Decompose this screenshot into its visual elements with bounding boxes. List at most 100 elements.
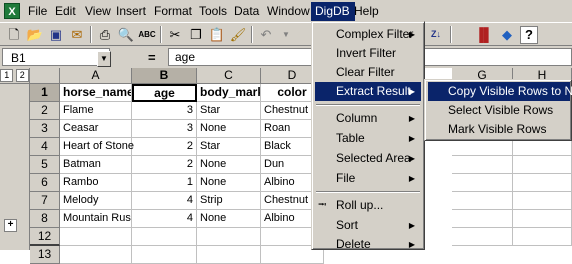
cell[interactable] [513, 174, 572, 192]
cell[interactable]: None [197, 174, 261, 192]
cell[interactable]: Star [197, 102, 261, 120]
menu-window[interactable]: Window [265, 3, 312, 20]
chevron-down-icon[interactable]: ▼ [97, 51, 111, 67]
new-icon[interactable]: 🗋 [4, 25, 24, 44]
cell[interactable] [452, 174, 513, 192]
cell[interactable] [452, 192, 513, 210]
digdb-icon[interactable]: ◆ [497, 25, 517, 44]
outline-expand-button[interactable]: + [4, 219, 17, 232]
menu-view[interactable]: View [83, 3, 113, 20]
select-all-corner[interactable] [30, 68, 60, 84]
outline-level-2-button[interactable]: 2 [15, 69, 29, 82]
row-header[interactable]: 6 [30, 174, 60, 192]
help-icon[interactable]: ? [520, 26, 538, 44]
cell[interactable]: 1 [132, 174, 197, 192]
cell[interactable] [513, 156, 572, 174]
cell[interactable] [513, 192, 572, 210]
menu-item-delete[interactable]: Delete ▶ [315, 235, 421, 254]
row-header[interactable]: 7 [30, 192, 60, 210]
menu-file[interactable]: File [26, 3, 49, 20]
column-header-a[interactable]: A [60, 68, 132, 84]
outline-level-1-button[interactable]: 1 [0, 69, 14, 82]
copy-icon[interactable]: ❐ [186, 25, 206, 44]
print-icon[interactable]: ⎙ [95, 25, 115, 44]
row-header[interactable]: 5 [30, 156, 60, 174]
cell[interactable]: Batman [60, 156, 132, 174]
chart-icon[interactable]: ▐▌ [474, 25, 494, 44]
menu-item-column[interactable]: Column ▶ [315, 109, 421, 128]
menu-item-selected-area[interactable]: Selected Area ▶ [315, 149, 421, 168]
menu-item-table[interactable]: Table ▶ [315, 129, 421, 148]
spelling-icon[interactable]: ABC [137, 25, 157, 44]
undo-dropdown-icon[interactable]: ▼ [276, 25, 296, 44]
cut-icon[interactable]: ✂ [165, 25, 185, 44]
cell[interactable]: Heart of Stone [60, 138, 134, 156]
row-header[interactable]: 13 [30, 246, 60, 264]
menu-item-select-visible-rows[interactable]: Select Visible Rows [428, 101, 570, 120]
print-preview-icon[interactable]: 🔍 [116, 25, 136, 44]
open-icon[interactable]: 📂 [25, 25, 45, 44]
cell[interactable]: None [197, 156, 261, 174]
cell[interactable]: body_mark [197, 84, 261, 102]
cell[interactable]: Rambo [60, 174, 132, 192]
cell[interactable] [452, 156, 513, 174]
menu-data[interactable]: Data [232, 3, 261, 20]
cell[interactable]: Strip [197, 192, 261, 210]
column-header-b[interactable]: B [132, 68, 197, 84]
cell[interactable]: 2 [132, 156, 197, 174]
cell[interactable]: 4 [132, 192, 197, 210]
cell[interactable]: Flame [60, 102, 132, 120]
selected-cell[interactable]: age [132, 84, 197, 102]
menu-edit[interactable]: Edit [53, 3, 78, 20]
menu-digdb[interactable]: DigDB [311, 2, 355, 21]
row-header[interactable]: 8 [30, 210, 60, 228]
menu-format[interactable]: Format [152, 3, 194, 20]
column-header-c[interactable]: C [197, 68, 261, 84]
menu-item-invert-filter[interactable]: Invert Filter [315, 44, 421, 63]
menu-help[interactable]: Help [352, 3, 381, 20]
paste-icon[interactable]: 📋 [207, 25, 227, 44]
cell[interactable] [132, 246, 197, 264]
row-header[interactable]: 12 [30, 228, 60, 246]
row-header[interactable]: 3 [30, 120, 60, 138]
menu-item-mark-visible-rows[interactable]: Mark Visible Rows [428, 120, 570, 139]
cell[interactable]: 3 [132, 120, 197, 138]
cell[interactable]: 3 [132, 102, 197, 120]
row-header[interactable]: 4 [30, 138, 60, 156]
row-header[interactable]: 1 [30, 84, 60, 102]
cell[interactable] [513, 210, 572, 228]
menu-item-roll-up[interactable]: ⭲ Roll up... [315, 196, 421, 215]
cell[interactable]: None [197, 120, 261, 138]
menu-item-clear-filter[interactable]: Clear Filter [315, 63, 421, 82]
menu-item-extract-result[interactable]: Extract Result ▶ [315, 82, 421, 101]
cell[interactable]: 2 [132, 138, 197, 156]
cell[interactable] [60, 228, 132, 246]
menu-item-sort[interactable]: Sort ▶ [315, 216, 421, 235]
cell[interactable] [452, 228, 513, 246]
sort-descending-icon[interactable]: Z↓ [426, 25, 446, 44]
cell[interactable]: Star [197, 138, 261, 156]
cell[interactable] [513, 228, 572, 246]
cell[interactable] [197, 246, 261, 264]
cell[interactable]: 4 [132, 210, 197, 228]
menu-item-file[interactable]: File ▶ [315, 169, 421, 188]
cell[interactable] [60, 246, 132, 264]
menu-tools[interactable]: Tools [197, 3, 229, 20]
cell[interactable] [132, 228, 197, 246]
cell[interactable]: Mountain Rush [60, 210, 132, 228]
undo-icon[interactable]: ↶ [256, 25, 276, 44]
cell[interactable]: Ceasar [60, 120, 132, 138]
cell[interactable]: Melody [60, 192, 132, 210]
menu-insert[interactable]: Insert [114, 3, 148, 20]
menu-item-complex-filter[interactable]: Complex Filter ▶ [315, 25, 421, 44]
cell[interactable]: None [197, 210, 261, 228]
permission-icon[interactable]: ✉ [67, 25, 87, 44]
name-box[interactable]: B1 ▼ [2, 48, 111, 67]
menu-item-copy-visible-rows[interactable]: Copy Visible Rows to New [428, 82, 572, 101]
format-painter-icon[interactable]: 🖌 [228, 25, 248, 44]
cell[interactable] [197, 228, 261, 246]
save-icon[interactable]: ▣ [46, 25, 66, 44]
row-header[interactable]: 2 [30, 102, 60, 120]
excel-icon[interactable]: X [4, 3, 20, 19]
cell[interactable] [452, 210, 513, 228]
